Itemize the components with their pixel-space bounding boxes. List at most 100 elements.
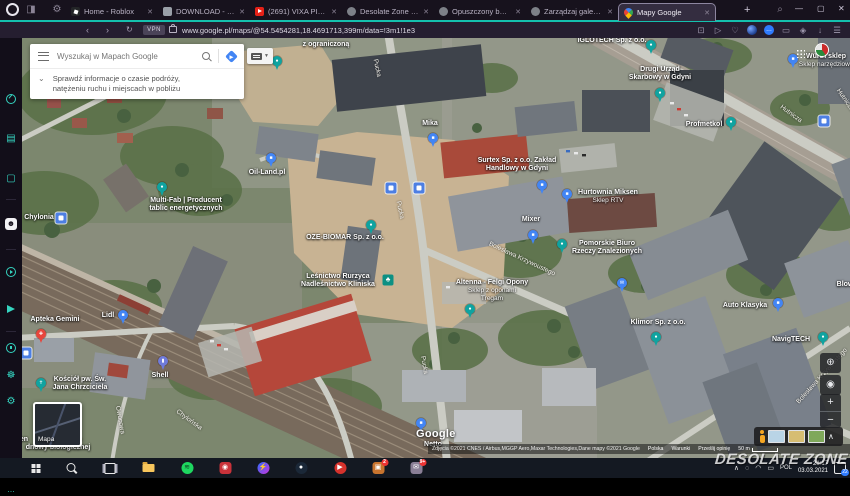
back-button[interactable]: ‹ bbox=[86, 24, 89, 36]
site-favicon bbox=[347, 7, 356, 16]
chat-app-icon[interactable]: ✉ 9+ bbox=[410, 458, 426, 475]
file-explorer-icon[interactable] bbox=[142, 462, 155, 475]
imagery-thumbnail-1[interactable] bbox=[768, 430, 785, 443]
tab-close-icon[interactable]: ✕ bbox=[704, 9, 710, 17]
wallet-icon[interactable]: ◈ bbox=[798, 25, 808, 36]
task-view-icon[interactable] bbox=[104, 462, 117, 475]
player-panel-icon[interactable]: ▭ bbox=[781, 25, 791, 36]
spotify-icon[interactable]: ≋ bbox=[181, 461, 194, 475]
site-favicon bbox=[531, 7, 540, 16]
tab-mapy-google[interactable]: Mapy Google ✕ bbox=[618, 3, 716, 21]
imagery-thumbnail-2[interactable] bbox=[788, 430, 805, 443]
suggestion-line1: Sprawdź informacje o czasie podróży, bbox=[52, 74, 181, 83]
discord-icon[interactable]: ☻ bbox=[0, 218, 22, 230]
reload-button[interactable]: ↻ bbox=[126, 24, 133, 36]
history-icon[interactable] bbox=[0, 343, 22, 357]
search-input[interactable] bbox=[57, 51, 194, 61]
site-favicon bbox=[439, 7, 448, 16]
tab-youtube-vixa[interactable]: (2691) VIXA PIXA - SR ✕ bbox=[250, 3, 342, 20]
workspaces-icon[interactable]: ◨ bbox=[25, 4, 37, 16]
tab-title: Desolate Zone - Opu bbox=[360, 7, 419, 16]
gx-corner-icon[interactable] bbox=[0, 94, 22, 108]
new-tab-button[interactable]: + bbox=[744, 4, 750, 16]
chevron-down-icon[interactable]: ⌄ bbox=[38, 74, 45, 83]
close-button[interactable]: ✕ bbox=[838, 4, 845, 13]
teams-app-icon[interactable]: ▣ 2 bbox=[372, 458, 388, 475]
url-text[interactable]: www.google.pl/maps/@54.5454281,18.469171… bbox=[182, 26, 415, 35]
taskbar-search-icon[interactable] bbox=[65, 462, 78, 475]
lock-icon[interactable] bbox=[169, 24, 177, 33]
media-player-icon[interactable]: ▶ bbox=[334, 461, 347, 475]
tab-close-icon[interactable]: ✕ bbox=[239, 8, 245, 16]
vpn-badge[interactable]: VPN bbox=[143, 25, 165, 35]
opera-ball-icon[interactable] bbox=[747, 25, 757, 35]
video-watermark: DESOLATE ZONE bbox=[714, 451, 849, 468]
satellite-imagery bbox=[22, 38, 850, 458]
tab-close-icon[interactable]: ✕ bbox=[147, 8, 153, 16]
send-to-device-icon[interactable]: ▷ bbox=[713, 25, 723, 36]
start-button[interactable] bbox=[27, 462, 40, 475]
menu-icon[interactable] bbox=[38, 51, 49, 61]
my-location-button[interactable]: ◉ bbox=[820, 375, 841, 395]
tab-download-player[interactable]: DOWNLOAD - PLAYER ✕ bbox=[158, 3, 250, 20]
telegram-icon[interactable] bbox=[0, 305, 22, 317]
pegman-icon[interactable] bbox=[758, 430, 765, 443]
terms-link[interactable]: Warunki bbox=[671, 446, 690, 452]
teams-badge: 2 bbox=[381, 458, 388, 466]
opera-gx-logo[interactable] bbox=[6, 3, 19, 16]
tab-title: Mapy Google bbox=[637, 8, 682, 17]
downloads-icon[interactable]: ↓ bbox=[815, 25, 825, 35]
tab-roblox[interactable]: Home - Roblox ✕ bbox=[66, 3, 158, 20]
imagery-thumbnail-3[interactable] bbox=[808, 430, 825, 443]
tab-zarzadzaj-galeria[interactable]: Zarządzaj galerią - Zal ✕ bbox=[526, 3, 618, 20]
youtube-play-icon[interactable] bbox=[0, 267, 22, 281]
tab-close-icon[interactable]: ✕ bbox=[331, 8, 337, 16]
restore-button[interactable]: ▢ bbox=[817, 4, 825, 13]
search-icon[interactable] bbox=[202, 52, 210, 60]
collapse-chevron-icon[interactable]: ∧ bbox=[828, 432, 834, 441]
minimize-button[interactable]: — bbox=[795, 4, 803, 13]
recorder-app-icon[interactable]: ◉ bbox=[219, 461, 232, 475]
gx-store-icon[interactable]: ▤ bbox=[0, 133, 22, 145]
zoom-out-button[interactable]: − bbox=[820, 412, 841, 429]
dots-grid-icon bbox=[796, 49, 805, 58]
snapshot-camera-icon[interactable]: ⊡ bbox=[696, 25, 706, 36]
twitch-icon[interactable]: ▢ bbox=[0, 173, 22, 185]
sidebar-more-icon[interactable]: … bbox=[0, 484, 22, 496]
travel-info-suggestion[interactable]: ⌄ Sprawdź informacje o czasie podróży, n… bbox=[30, 68, 244, 99]
steam-icon[interactable]: ● bbox=[295, 461, 308, 475]
country-label[interactable]: Polska bbox=[648, 446, 664, 452]
suggestion-line2: natężeniu ruchu i miejscach w pobliżu bbox=[52, 83, 181, 93]
app-badge: 9+ bbox=[419, 458, 426, 466]
google-maps-favicon bbox=[622, 6, 635, 19]
zoom-controls: + − bbox=[820, 394, 841, 428]
tab-close-icon[interactable]: ✕ bbox=[607, 8, 613, 16]
satellite-map[interactable] bbox=[22, 38, 850, 458]
zoom-in-button[interactable]: + bbox=[820, 394, 841, 412]
tab-close-icon[interactable]: ✕ bbox=[423, 8, 429, 16]
tab-desolate-zone[interactable]: Desolate Zone - Opu ✕ bbox=[342, 3, 434, 20]
tab-title: (2691) VIXA PIXA - SR bbox=[268, 7, 328, 16]
maps-search-card: ⌄ Sprawdź informacje o czasie podróży, n… bbox=[30, 44, 244, 99]
settings-gear-icon[interactable]: ⚙ bbox=[0, 396, 22, 408]
messenger-icon[interactable]: ⚡ bbox=[257, 461, 270, 475]
gx-control-wheel-icon[interactable]: ☸ bbox=[0, 370, 22, 382]
tab-search-icon[interactable]: ⌕ bbox=[774, 4, 786, 16]
tune-panels-icon[interactable]: ☰ bbox=[832, 25, 842, 36]
imagery-attribution: Zdjęcia ©2021 CNES / Airbus,MGGP Aero,Ma… bbox=[432, 446, 640, 452]
tab-opuszczony-budynek[interactable]: Opuszczony budynek ✕ bbox=[434, 3, 526, 20]
date: 03.03.2021 bbox=[797, 468, 828, 474]
keyboard-input-button[interactable]: ▼ bbox=[247, 48, 273, 64]
forward-button[interactable]: › bbox=[106, 24, 109, 36]
gx-sidebar: ▤ ▢ ☻ ☸ ⚙ … bbox=[0, 38, 22, 494]
imagery-bar: ∧ bbox=[754, 427, 843, 446]
dropdown-arrow-icon: ▼ bbox=[264, 53, 269, 59]
directions-icon[interactable] bbox=[225, 49, 238, 63]
minimap-toggle[interactable]: Mapa bbox=[33, 402, 82, 447]
tab-close-icon[interactable]: ✕ bbox=[515, 8, 521, 16]
chat-icon[interactable]: … bbox=[764, 25, 774, 35]
address-bar: ‹ › ↻ VPN www.google.pl/maps/@54.5454281… bbox=[0, 22, 850, 38]
easy-setup-gear-icon[interactable]: ⚙ bbox=[51, 4, 63, 16]
globe-view-button[interactable]: ⊕ bbox=[820, 353, 841, 373]
bookmark-heart-icon[interactable]: ♡ bbox=[730, 25, 740, 36]
